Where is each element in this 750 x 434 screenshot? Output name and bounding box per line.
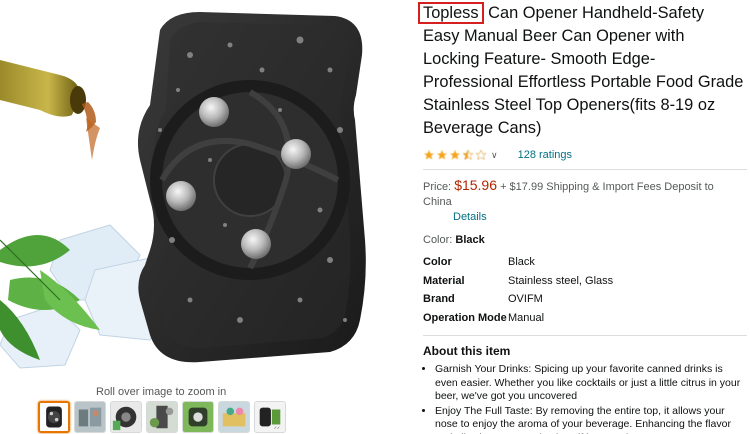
can-opener-graphic bbox=[137, 12, 366, 363]
spec-row: Material Stainless steel, Glass bbox=[423, 272, 613, 291]
list-item: Enjoy The Full Taste: By removing the en… bbox=[435, 405, 745, 434]
chevron-down-icon[interactable]: ∨ bbox=[491, 150, 498, 161]
thumbnail-strip: ✓✓ bbox=[38, 401, 286, 433]
thumbnail-4[interactable] bbox=[146, 401, 178, 433]
price-row: Price: $15.96 + $17.99 Shipping & Import… bbox=[423, 178, 745, 224]
thumbnail-3[interactable] bbox=[110, 401, 142, 433]
star-empty-icon bbox=[475, 149, 487, 161]
spec-row: Operation Mode Manual bbox=[423, 309, 613, 328]
divider bbox=[423, 169, 747, 170]
price-label: Price: bbox=[423, 181, 452, 193]
beer-bottle-graphic bbox=[0, 60, 100, 160]
product-details: Topless Can Opener Handheld-Safety Easy … bbox=[418, 0, 747, 434]
star-half-icon bbox=[462, 149, 474, 161]
color-label: Color: bbox=[423, 234, 453, 246]
thumbnail-7[interactable]: ✓✓ bbox=[254, 401, 286, 433]
shipping-details-link[interactable]: Details bbox=[453, 210, 745, 224]
spec-value: Manual bbox=[508, 311, 545, 324]
spec-key: Color bbox=[423, 256, 452, 269]
image-gallery: Roll over image to zoom in ✓✓ bbox=[0, 0, 400, 434]
star-icon bbox=[437, 150, 447, 160]
spec-table: Color Black Material Stainless steel, Gl… bbox=[423, 253, 613, 327]
spec-value: Black bbox=[508, 256, 535, 269]
rating-row: ∨ 128 ratings bbox=[423, 147, 745, 163]
ratings-count-link[interactable]: 128 ratings bbox=[518, 149, 572, 161]
main-product-image[interactable] bbox=[0, 0, 400, 380]
feature-bullets: Garnish Your Drinks: Spicing up your fav… bbox=[423, 363, 745, 434]
about-title: About this item bbox=[423, 344, 511, 358]
svg-text:✓✓: ✓✓ bbox=[274, 426, 280, 430]
spec-key: Material bbox=[423, 274, 465, 287]
thumbnail-5[interactable] bbox=[182, 401, 214, 433]
spec-row: Color Black bbox=[423, 253, 613, 272]
price-value: $15.96 bbox=[454, 177, 498, 193]
divider bbox=[423, 335, 747, 336]
title-highlight: Topless bbox=[418, 2, 484, 24]
thumbnail-2[interactable] bbox=[74, 401, 106, 433]
spec-key: Brand bbox=[423, 293, 455, 306]
selected-color: Color: Black bbox=[423, 234, 745, 246]
star-icon bbox=[424, 150, 434, 160]
thumbnail-1[interactable] bbox=[38, 401, 70, 433]
spec-value: OVIFM bbox=[508, 293, 543, 306]
color-value: Black bbox=[455, 234, 485, 246]
thumbnail-6[interactable] bbox=[218, 401, 250, 433]
list-item: Garnish Your Drinks: Spicing up your fav… bbox=[435, 363, 745, 404]
star-icon bbox=[450, 150, 460, 160]
spec-key: Operation Mode bbox=[423, 311, 507, 324]
product-title: Topless Can Opener Handheld-Safety Easy … bbox=[418, 2, 745, 140]
spec-value: Stainless steel, Glass bbox=[508, 274, 614, 287]
zoom-hint: Roll over image to zoom in bbox=[96, 386, 227, 398]
star-rating[interactable] bbox=[423, 149, 487, 161]
spec-row: Brand OVIFM bbox=[423, 290, 613, 309]
